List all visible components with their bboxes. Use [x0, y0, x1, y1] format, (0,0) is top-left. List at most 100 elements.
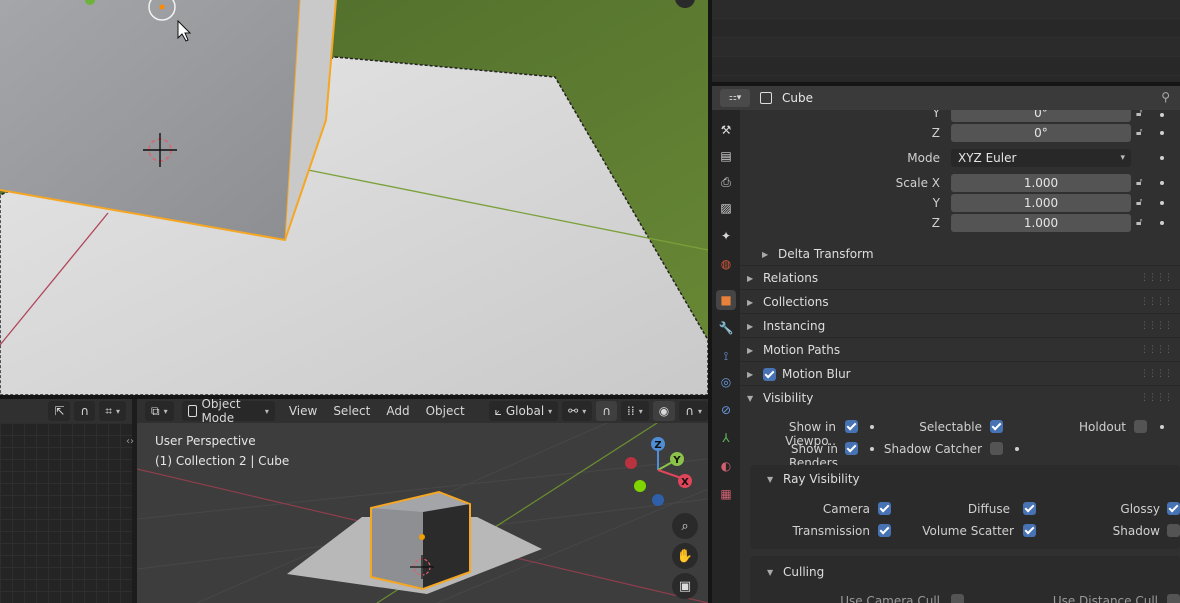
visibility-panel[interactable]: ▼ Visibility ⋮⋮⋮⋮ [740, 386, 1180, 410]
snap-icon[interactable]: ∩ [74, 401, 96, 421]
output-properties-icon[interactable]: ⎙ [716, 172, 736, 192]
orientation-label: Global [505, 404, 545, 418]
relations-panel[interactable]: ▶ Relations ⋮⋮⋮⋮ [740, 266, 1180, 290]
material-icon[interactable]: ◐ [716, 456, 736, 476]
use-distance-cull-label: Use Distance Cull [1052, 594, 1158, 603]
expand-arrows-icon[interactable]: ‹› [126, 436, 134, 447]
culling-header[interactable]: ▼ Culling [760, 560, 1170, 584]
keyframe-dot-icon[interactable] [870, 425, 874, 429]
motion-paths-panel[interactable]: ▶ Motion Paths ⋮⋮⋮⋮ [740, 338, 1180, 362]
snap-settings-icon[interactable]: ⌗ ▾ [99, 401, 126, 421]
lock-icon[interactable]: 🔓︎ [1136, 177, 1150, 189]
delta-transform-panel[interactable]: ▶ Delta Transform [755, 242, 1175, 266]
modifier-properties-icon[interactable]: 🔧 [716, 318, 736, 338]
keyframe-dot-icon[interactable] [1160, 425, 1164, 429]
editor-type-button[interactable]: ⚏▾ [720, 89, 750, 107]
motion-blur-panel[interactable]: ▶ Motion Blur ⋮⋮⋮⋮ [740, 362, 1180, 386]
instancing-panel[interactable]: ▶ Instancing ⋮⋮⋮⋮ [740, 314, 1180, 338]
world-properties-icon[interactable]: ◍ [716, 254, 736, 274]
object-name: Cube [782, 91, 813, 105]
lock-icon[interactable]: 🔓︎ [1136, 127, 1150, 139]
left-panel-grid[interactable] [0, 423, 132, 603]
outliner-row[interactable] [712, 19, 1180, 38]
collections-panel[interactable]: ▶ Collections ⋮⋮⋮⋮ [740, 290, 1180, 314]
scale-y-field[interactable]: 1.000 [951, 194, 1131, 212]
texture-icon[interactable]: ▦ [716, 484, 736, 504]
outliner-area[interactable] [712, 0, 1180, 82]
physics-icon[interactable]: ◎ [716, 372, 736, 392]
outliner-row[interactable] [712, 0, 1180, 19]
3d-viewport[interactable]: Z Y X ⧉ ▾ Object Mode ▾ View Select Add O… [137, 399, 708, 603]
transform-orientation-dropdown[interactable]: ⟀ Global ▾ [488, 401, 559, 421]
collapsed-triangle-icon: ▶ [747, 297, 754, 307]
object-data-icon[interactable]: ⅄ [716, 428, 736, 448]
use-distance-cull-checkbox[interactable] [1167, 594, 1180, 603]
view-layer-icon[interactable]: ▨ [716, 198, 736, 218]
scale-x-field[interactable]: 1.000 [951, 174, 1131, 192]
ray-visibility-header[interactable]: ▼ Ray Visibility [760, 467, 1170, 491]
scale-z-field[interactable]: 1.000 [951, 214, 1131, 232]
rotation-mode-dropdown[interactable]: XYZ Euler ▾ [951, 149, 1131, 167]
snap-target-button[interactable]: ⁞⁞ ▾ [621, 401, 649, 421]
menu-view[interactable]: View [283, 401, 323, 421]
constraints-icon[interactable]: ⊘ [716, 400, 736, 420]
pivot-point-button[interactable]: ⚯ ▾ [562, 401, 593, 421]
keyframe-dot-icon[interactable] [1160, 131, 1164, 135]
lock-icon[interactable]: 🔓︎ [1136, 217, 1150, 229]
show-in-viewports-checkbox[interactable] [845, 420, 858, 433]
menu-object[interactable]: Object [420, 401, 471, 421]
lock-icon[interactable]: 🔓︎ [1136, 197, 1150, 209]
use-camera-cull-checkbox[interactable] [951, 594, 964, 603]
shadow-ray-checkbox[interactable] [1167, 524, 1180, 537]
cursor-tool-icon[interactable]: ⇱ [48, 401, 71, 421]
drag-grip-icon[interactable]: ⋮⋮⋮⋮ [1140, 273, 1173, 283]
render-view[interactable] [0, 0, 708, 395]
snap-toggle[interactable]: ∩ [596, 401, 618, 421]
pan-hand-icon[interactable]: ✋ [672, 543, 698, 569]
volume-scatter-ray-checkbox[interactable] [1023, 524, 1036, 537]
menu-select[interactable]: Select [327, 401, 376, 421]
tool-settings-icon[interactable]: ⚒ [716, 120, 736, 140]
drag-grip-icon[interactable]: ⋮⋮⋮⋮ [1140, 345, 1173, 355]
outliner-row[interactable] [712, 38, 1180, 57]
object-properties-icon[interactable]: ■ [716, 290, 736, 310]
shadow-catcher-checkbox[interactable] [990, 442, 1003, 455]
drag-grip-icon[interactable]: ⋮⋮⋮⋮ [1140, 321, 1173, 331]
drag-grip-icon[interactable]: ⋮⋮⋮⋮ [1140, 369, 1173, 379]
show-in-renders-checkbox[interactable] [845, 442, 858, 455]
drag-grip-icon[interactable]: ⋮⋮⋮⋮ [1140, 393, 1173, 403]
transmission-ray-checkbox[interactable] [878, 524, 891, 537]
diffuse-ray-checkbox[interactable] [1023, 502, 1036, 515]
holdout-checkbox[interactable] [1134, 420, 1147, 433]
mode-dropdown[interactable]: Object Mode ▾ [181, 399, 275, 425]
outliner-row[interactable] [712, 57, 1180, 76]
motion-blur-checkbox[interactable] [763, 367, 776, 381]
particles-icon[interactable]: ⟟ [716, 346, 736, 366]
menu-add[interactable]: Add [380, 401, 415, 421]
pin-icon[interactable]: ⚲ [1161, 90, 1170, 104]
properties-editor[interactable]: ⚏▾ Cube ⚲ ⚒ ▤ ⎙ ▨ ✦ ◍ ■ 🔧 ⟟ ◎ ⊘ ⅄ ◐ ▦ Y … [712, 86, 1180, 603]
falloff-button[interactable]: ∩ ▾ [679, 401, 708, 421]
editor-type-button[interactable]: ⧉ ▾ [145, 401, 174, 421]
collapsed-triangle-icon: ▶ [747, 273, 754, 283]
camera-view-icon[interactable]: ▣ [672, 573, 698, 599]
keyframe-dot-icon[interactable] [1160, 221, 1164, 225]
magnet-icon: ∩ [602, 404, 612, 418]
object-name-breadcrumb: Cube [760, 91, 813, 105]
keyframe-dot-icon[interactable] [1160, 201, 1164, 205]
proportional-edit-toggle[interactable]: ◉ [652, 401, 676, 421]
camera-ray-checkbox[interactable] [878, 502, 891, 515]
drag-grip-icon[interactable]: ⋮⋮⋮⋮ [1140, 297, 1173, 307]
zoom-icon[interactable]: ⌕ [672, 513, 698, 539]
selectable-checkbox[interactable] [990, 420, 1003, 433]
render-properties-icon[interactable]: ▤ [716, 146, 736, 166]
left-editor-panel[interactable]: ⇱ ∩ ⌗ ▾ [0, 399, 132, 603]
keyframe-dot-icon[interactable] [1160, 156, 1164, 160]
scene-properties-icon[interactable]: ✦ [716, 226, 736, 246]
keyframe-dot-icon[interactable] [1160, 181, 1164, 185]
rotation-z-field[interactable]: 0° [951, 124, 1131, 142]
keyframe-dot-icon[interactable] [1160, 113, 1164, 117]
keyframe-dot-icon[interactable] [870, 447, 874, 451]
keyframe-dot-icon[interactable] [1015, 447, 1019, 451]
glossy-ray-checkbox[interactable] [1167, 502, 1180, 515]
